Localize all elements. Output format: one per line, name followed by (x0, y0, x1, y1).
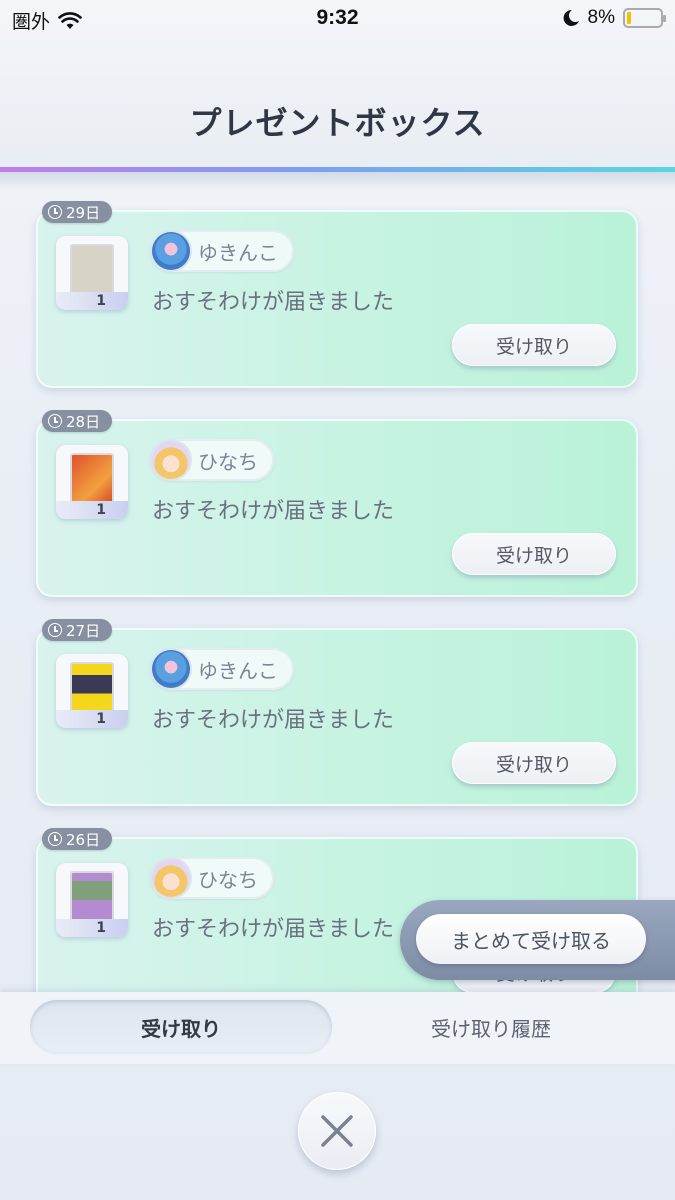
receive-button[interactable]: 受け取り (452, 533, 616, 575)
card-thumbnail[interactable]: 1 (56, 863, 128, 937)
present-message: おすそわけが届きました (152, 917, 395, 942)
status-bar: 圏外 9:32 8% (0, 0, 675, 40)
avatar (152, 650, 190, 688)
clock-icon (48, 205, 62, 219)
sender-badge: ひなち (150, 857, 274, 899)
days-remaining: 29日 (66, 203, 101, 222)
days-remaining: 27日 (66, 621, 101, 640)
clock-icon (48, 832, 62, 846)
days-remaining-badge: 27日 (42, 619, 112, 641)
item-count: 1 (96, 920, 106, 936)
clock-icon (48, 414, 62, 428)
present-list[interactable]: 1 ゆきんこ おすそわけが届きました 受け取り 29日 1 ひなち おすそわけが… (0, 190, 675, 992)
page-title: プレゼントボックス (189, 104, 486, 142)
days-remaining: 28日 (66, 412, 101, 431)
item-count: 1 (96, 711, 106, 727)
sender-badge: ひなち (150, 439, 274, 481)
moon-icon (563, 9, 579, 26)
receive-all-button[interactable]: まとめて受け取る (416, 914, 646, 964)
sender-badge: ゆきんこ (150, 230, 294, 272)
avatar (152, 441, 190, 479)
header: プレゼントボックス (0, 40, 675, 172)
card-thumbnail[interactable]: 1 (56, 445, 128, 519)
tab-receive-history[interactable]: 受け取り履歴 (340, 1000, 642, 1054)
present-item: 1 ゆきんこ おすそわけが届きました 受け取り (36, 628, 638, 806)
item-count: 1 (96, 293, 106, 309)
receive-button[interactable]: 受け取り (452, 742, 616, 784)
days-remaining-badge: 28日 (42, 410, 112, 432)
sender-name: ゆきんこ (198, 240, 278, 265)
tab-bar: 受け取り 受け取り履歴 (0, 992, 675, 1064)
present-item: 1 ひなち おすそわけが届きました 受け取り (36, 419, 638, 597)
tab-receive[interactable]: 受け取り (30, 1000, 332, 1054)
battery-icon (623, 8, 666, 28)
close-icon (321, 1115, 353, 1147)
sender-badge: ゆきんこ (150, 648, 294, 690)
present-item: 1 ゆきんこ おすそわけが届きました 受け取り (36, 210, 638, 388)
days-remaining: 26日 (66, 830, 101, 849)
present-message: おすそわけが届きました (152, 290, 395, 315)
days-remaining-badge: 29日 (42, 201, 112, 223)
clock-icon (48, 623, 62, 637)
days-remaining-badge: 26日 (42, 828, 112, 850)
item-count: 1 (96, 502, 106, 518)
avatar (152, 232, 190, 270)
close-button[interactable] (298, 1092, 376, 1170)
card-thumbnail[interactable]: 1 (56, 236, 128, 310)
card-thumbnail[interactable]: 1 (56, 654, 128, 728)
sender-name: ひなち (198, 449, 258, 474)
sender-name: ひなち (198, 867, 258, 892)
avatar (152, 859, 190, 897)
battery-percent: 8% (587, 7, 615, 28)
sender-name: ゆきんこ (198, 658, 278, 683)
present-message: おすそわけが届きました (152, 708, 395, 733)
bulk-receive-panel: まとめて受け取る (400, 900, 675, 980)
present-message: おすそわけが届きました (152, 499, 395, 524)
receive-button[interactable]: 受け取り (452, 324, 616, 366)
